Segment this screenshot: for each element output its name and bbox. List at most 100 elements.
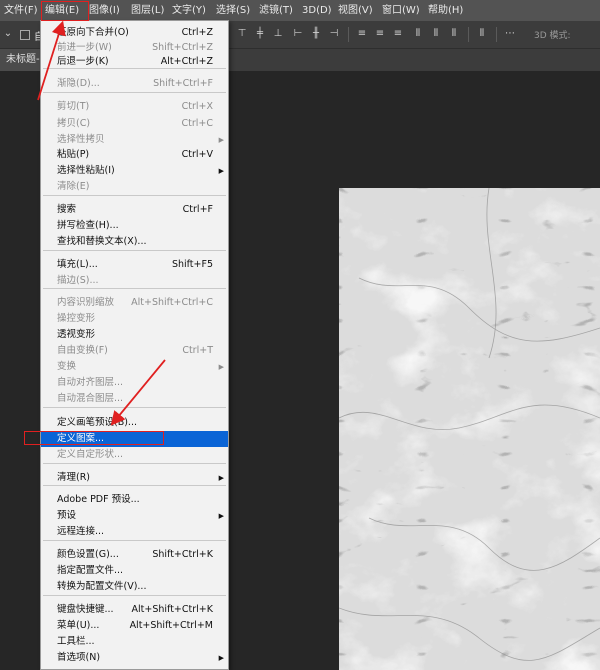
- menu-3d[interactable]: 3D(D): [302, 0, 332, 21]
- submenu-arrow-icon: ▶: [218, 136, 224, 144]
- menu-item-label: 自动混合图层...: [57, 393, 124, 404]
- menu-item[interactable]: 首选项(N) ▶: [41, 650, 228, 666]
- menu-item[interactable]: 自动混合图层...: [41, 391, 228, 407]
- menu-item-label: 还原向下合并(O): [57, 27, 129, 38]
- distribute-top-icon[interactable]: ≡: [356, 28, 368, 40]
- menu-item[interactable]: 还原向下合并(O) Ctrl+Z: [41, 25, 228, 41]
- menu-item-label: 清理(R): [57, 472, 91, 483]
- submenu-arrow-icon: ▶: [218, 512, 224, 520]
- menu-item-label: 渐隐(D)...: [57, 78, 100, 89]
- menu-item-label: 菜单(U)...: [57, 620, 100, 631]
- distribute-vcenter-icon[interactable]: ≡: [374, 28, 386, 40]
- menu-window[interactable]: 窗口(W): [382, 0, 420, 21]
- distribute-spacing-icon[interactable]: ⦀: [476, 28, 488, 40]
- menu-file[interactable]: 文件(F): [4, 0, 38, 21]
- distribute-right-icon[interactable]: ⦀: [448, 28, 460, 40]
- menu-item[interactable]: 透视变形: [41, 327, 228, 343]
- menu-filter[interactable]: 滤镜(T): [259, 0, 293, 21]
- menu-item[interactable]: 填充(L)... Shift+F5: [41, 257, 228, 273]
- distribute-hcenter-icon[interactable]: ⦀: [430, 28, 442, 40]
- submenu-arrow-icon: ▶: [218, 654, 224, 662]
- separator: [348, 27, 349, 42]
- menu-item[interactable]: 工具栏...: [41, 634, 228, 650]
- menu-separator: [43, 250, 226, 251]
- menu-item[interactable]: 预设 ▶: [41, 508, 228, 524]
- menu-item[interactable]: 变换 ▶: [41, 359, 228, 375]
- annotation-box-define-pattern: [24, 431, 164, 445]
- menu-item[interactable]: 查找和替换文本(X)...: [41, 234, 228, 250]
- menu-item[interactable]: 后退一步(K) Alt+Ctrl+Z: [41, 54, 228, 70]
- menu-image[interactable]: 图像(I): [89, 0, 120, 21]
- menu-item-label: 颜色设置(G)...: [57, 549, 119, 560]
- menu-view[interactable]: 视图(V): [338, 0, 373, 21]
- menu-item[interactable]: 描边(S)...: [41, 273, 228, 289]
- menu-item-label: 自由变换(F): [57, 345, 108, 356]
- chevron-down-icon[interactable]: ⌄: [2, 28, 14, 40]
- menu-separator: [43, 92, 226, 93]
- menu-item[interactable]: 剪切(T) Ctrl+X: [41, 99, 228, 115]
- menu-item-shortcut: Alt+Ctrl+Z: [160, 56, 213, 67]
- more-options-icon[interactable]: ⋯: [504, 28, 516, 40]
- menu-item[interactable]: 自动对齐图层...: [41, 375, 228, 391]
- menu-item-label: 指定配置文件...: [57, 565, 124, 576]
- align-left-icon[interactable]: ⊢: [292, 28, 304, 40]
- menu-item-label: 描边(S)...: [57, 275, 99, 286]
- menu-item-label: 剪切(T): [57, 101, 90, 112]
- menu-item-label: 预设: [57, 510, 77, 521]
- menu-item[interactable]: 清除(E): [41, 179, 228, 195]
- menu-item-shortcut: Alt+Shift+Ctrl+K: [131, 604, 213, 615]
- align-top-icon[interactable]: ⊤: [236, 28, 248, 40]
- menu-type[interactable]: 文字(Y): [172, 0, 206, 21]
- auto-select-checkbox[interactable]: [20, 30, 30, 40]
- align-right-icon[interactable]: ⊣: [328, 28, 340, 40]
- menu-separator: [43, 540, 226, 541]
- menu-item[interactable]: 拷贝(C) Ctrl+C: [41, 116, 228, 132]
- document-tab[interactable]: 未标题-: [0, 49, 46, 71]
- menu-item-label: 拼写检查(H)...: [57, 220, 119, 231]
- menu-layer[interactable]: 图层(L): [131, 0, 164, 21]
- menu-select[interactable]: 选择(S): [216, 0, 250, 21]
- menu-item-label: 选择性拷贝: [57, 134, 105, 145]
- menu-item[interactable]: 搜索 Ctrl+F: [41, 202, 228, 218]
- menu-item[interactable]: 操控变形: [41, 311, 228, 327]
- align-bottom-icon[interactable]: ⊥: [272, 28, 284, 40]
- menu-item[interactable]: 内容识别缩放 Alt+Shift+Ctrl+C: [41, 295, 228, 311]
- menu-item-label: 定义自定形状...: [57, 449, 124, 460]
- menu-item[interactable]: 颜色设置(G)... Shift+Ctrl+K: [41, 547, 228, 563]
- menu-item[interactable]: 定义自定形状...: [41, 447, 228, 463]
- menu-item[interactable]: 选择性粘贴(I) ▶: [41, 163, 228, 179]
- menu-item-label: 粘贴(P): [57, 149, 90, 160]
- menu-item[interactable]: 远程连接...: [41, 524, 228, 540]
- align-vcenter-icon[interactable]: ╪: [254, 28, 266, 40]
- menu-item-shortcut: Ctrl+V: [181, 149, 213, 160]
- menu-item[interactable]: 指定配置文件...: [41, 563, 228, 579]
- 3d-mode-label: 3D 模式:: [534, 31, 571, 41]
- menu-item[interactable]: 转换为配置文件(V)...: [41, 579, 228, 595]
- menu-item-shortcut: Alt+Shift+Ctrl+C: [131, 297, 213, 308]
- menu-item-label: 透视变形: [57, 329, 96, 340]
- menu-item[interactable]: 选择性拷贝 ▶: [41, 132, 228, 148]
- menu-item[interactable]: Adobe PDF 预设...: [41, 492, 228, 508]
- menu-item[interactable]: 清理(R) ▶: [41, 470, 228, 486]
- menu-item[interactable]: 自由变换(F) Ctrl+T: [41, 343, 228, 359]
- menu-item-label: 键盘快捷键...: [57, 604, 114, 615]
- menu-item-label: 拷贝(C): [57, 118, 91, 129]
- menu-item-label: 填充(L)...: [57, 259, 98, 270]
- submenu-arrow-icon: ▶: [218, 167, 224, 175]
- menu-item-label: 定义画笔预设(B)...: [57, 417, 137, 428]
- menu-item-shortcut: Ctrl+C: [181, 118, 214, 129]
- menu-item[interactable]: 键盘快捷键... Alt+Shift+Ctrl+K: [41, 602, 228, 618]
- menu-separator: [43, 195, 226, 196]
- menu-item-label: 变换: [57, 361, 77, 372]
- menu-item[interactable]: 菜单(U)... Alt+Shift+Ctrl+M: [41, 618, 228, 634]
- menu-item[interactable]: 定义画笔预设(B)...: [41, 415, 228, 431]
- menu-item[interactable]: 拼写检查(H)...: [41, 218, 228, 234]
- menu-item[interactable]: 渐隐(D)... Shift+Ctrl+F: [41, 76, 228, 92]
- align-hcenter-icon[interactable]: ╫: [310, 28, 322, 40]
- menu-help[interactable]: 帮助(H): [428, 0, 463, 21]
- distribute-left-icon[interactable]: ⦀: [412, 28, 424, 40]
- distribute-bottom-icon[interactable]: ≡: [392, 28, 404, 40]
- submenu-arrow-icon: ▶: [218, 363, 224, 371]
- menu-item[interactable]: 粘贴(P) Ctrl+V: [41, 147, 228, 163]
- menu-item-label: Adobe PDF 预设...: [57, 494, 140, 505]
